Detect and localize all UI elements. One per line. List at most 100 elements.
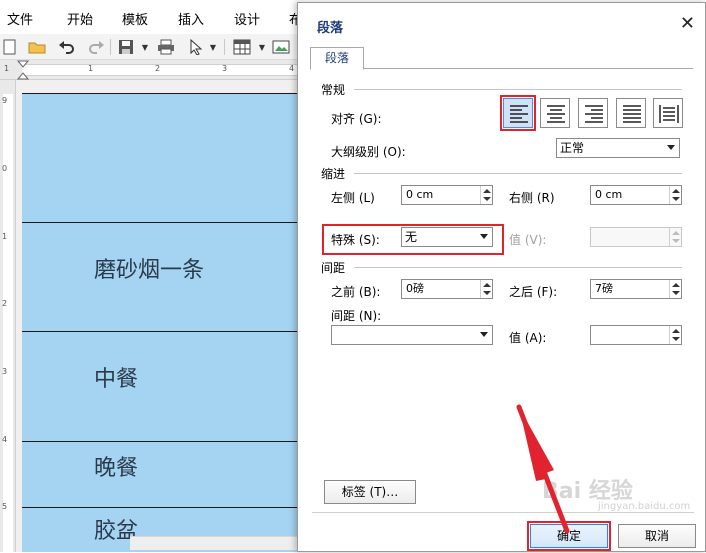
spin-up-icon[interactable] <box>483 189 491 193</box>
special-indent-value: 无 <box>405 230 418 244</box>
horizontal-ruler: 1 1 2 3 4 <box>0 60 300 80</box>
align-distributed-button[interactable] <box>653 98 683 128</box>
redo-icon[interactable] <box>86 37 106 57</box>
align-justify-icon <box>623 105 641 123</box>
line-spacing-select[interactable] <box>331 325 493 345</box>
pointer-dropdown-icon[interactable]: ▼ <box>203 37 223 57</box>
line-spacing-label: 间距 (N): <box>331 309 382 323</box>
align-distributed-icon <box>659 105 679 123</box>
space-before-input[interactable]: 0磅 <box>401 279 493 299</box>
section-divider <box>354 267 682 268</box>
ruler-number: 1 <box>2 232 8 241</box>
chevron-down-icon <box>667 145 675 150</box>
align-center-button[interactable] <box>540 98 570 128</box>
outline-level-label: 大纲级别 (O): <box>331 145 406 159</box>
section-divider <box>354 89 682 90</box>
space-before-value: 0磅 <box>406 282 424 295</box>
spin-down-icon[interactable] <box>672 291 680 295</box>
section-general-label: 常规 <box>321 83 346 97</box>
table-dropdown-icon[interactable]: ▼ <box>252 37 272 57</box>
bottom-divider <box>312 512 694 513</box>
ruler-number: 3 <box>222 64 228 73</box>
right-indent-input[interactable]: 0 cm <box>590 185 682 205</box>
image-icon[interactable] <box>271 37 291 57</box>
tab-paragraph[interactable]: 段落 <box>310 47 364 70</box>
new-icon[interactable] <box>0 37 20 57</box>
table-cell-text[interactable]: 中餐 <box>94 361 138 393</box>
section-divider <box>354 173 682 174</box>
line-spacing-value-input[interactable] <box>590 325 682 345</box>
menu-design[interactable]: 设计 <box>234 9 260 28</box>
spin-up-icon[interactable] <box>672 283 680 287</box>
menu-template[interactable]: 模板 <box>122 9 148 28</box>
menu-file[interactable]: 文件 <box>7 9 33 28</box>
table-cell-text[interactable]: 晚餐 <box>94 450 138 482</box>
toolbar: ▼ ▼ ▼ <box>0 34 300 60</box>
save-icon[interactable] <box>116 37 136 57</box>
special-indent-select[interactable]: 无 <box>401 227 493 247</box>
ruler-number: 2 <box>155 64 161 73</box>
space-after-value: 7磅 <box>595 282 613 295</box>
align-justify-button[interactable] <box>616 98 646 128</box>
table-icon[interactable] <box>232 37 252 57</box>
spin-up-icon[interactable] <box>672 329 680 333</box>
save-dropdown-icon[interactable]: ▼ <box>135 37 155 57</box>
line-spacing-value-label: 值 (A): <box>509 331 547 345</box>
table-cell-area[interactable] <box>22 93 300 552</box>
section-indent-label: 缩进 <box>321 167 346 181</box>
spin-down-icon[interactable] <box>483 291 491 295</box>
table-row-border <box>22 441 300 442</box>
spin-down-icon[interactable] <box>672 337 680 341</box>
align-right-icon <box>585 105 603 123</box>
ok-button[interactable]: 确定 <box>530 524 608 548</box>
menu-bar: 文件 开始 模板 插入 设计 布 <box>0 0 302 34</box>
vertical-ruler: 9 0 1 2 3 4 5 <box>0 80 16 552</box>
spin-down-icon[interactable] <box>483 197 491 201</box>
align-center-icon <box>547 105 565 123</box>
cancel-button[interactable]: 取消 <box>618 524 696 548</box>
table-row-border <box>22 507 300 508</box>
section-spacing-label: 间距 <box>321 261 346 275</box>
menu-insert[interactable]: 插入 <box>178 9 204 28</box>
left-indent-label: 左侧 (L) <box>331 191 375 205</box>
menu-home[interactable]: 开始 <box>67 9 93 28</box>
outline-level-value: 正常 <box>560 141 585 155</box>
spin-down-icon <box>672 239 680 243</box>
spin-up-icon[interactable] <box>672 189 680 193</box>
indent-marker-icon[interactable] <box>17 60 29 80</box>
undo-icon[interactable] <box>57 37 77 57</box>
chevron-down-icon <box>480 332 488 337</box>
close-icon[interactable]: ✕ <box>680 15 695 33</box>
ruler-number: 4 <box>2 435 8 444</box>
ruler-number: 0 <box>2 164 8 173</box>
align-left-icon <box>510 105 528 123</box>
right-indent-value: 0 cm <box>595 188 623 201</box>
ruler-number: 2 <box>2 299 8 308</box>
space-after-input[interactable]: 7磅 <box>590 279 682 299</box>
horizontal-scrollbar[interactable] <box>130 536 300 550</box>
print-icon[interactable] <box>156 37 176 57</box>
special-indent-label: 特殊 (S): <box>331 233 380 247</box>
table-row-border <box>22 93 300 94</box>
align-left-button[interactable] <box>500 95 536 131</box>
chevron-down-icon <box>480 234 488 239</box>
spin-up-icon <box>672 231 680 235</box>
table-row-border <box>22 331 300 332</box>
ruler-number: 3 <box>2 367 8 376</box>
ruler-number: 9 <box>2 96 8 105</box>
spin-down-icon[interactable] <box>672 197 680 201</box>
dialog-title: 段落 <box>317 21 344 36</box>
outline-level-select[interactable]: 正常 <box>556 138 680 158</box>
left-indent-value: 0 cm <box>406 188 434 201</box>
toolbar-separator <box>110 39 111 55</box>
table-cell-text[interactable]: 磨砂烟一条 <box>94 252 204 284</box>
watermark-subtext: jingyan.baidu.com <box>598 501 691 512</box>
open-icon[interactable] <box>27 37 47 57</box>
tabs-button[interactable]: 标签 (T)… <box>324 480 416 504</box>
align-right-button[interactable] <box>578 98 608 128</box>
ruler-number: 1 <box>88 64 94 73</box>
spin-up-icon[interactable] <box>483 283 491 287</box>
space-before-label: 之前 (B): <box>331 285 381 299</box>
special-value-label: 值 (V): <box>509 233 547 247</box>
left-indent-input[interactable]: 0 cm <box>401 185 493 205</box>
